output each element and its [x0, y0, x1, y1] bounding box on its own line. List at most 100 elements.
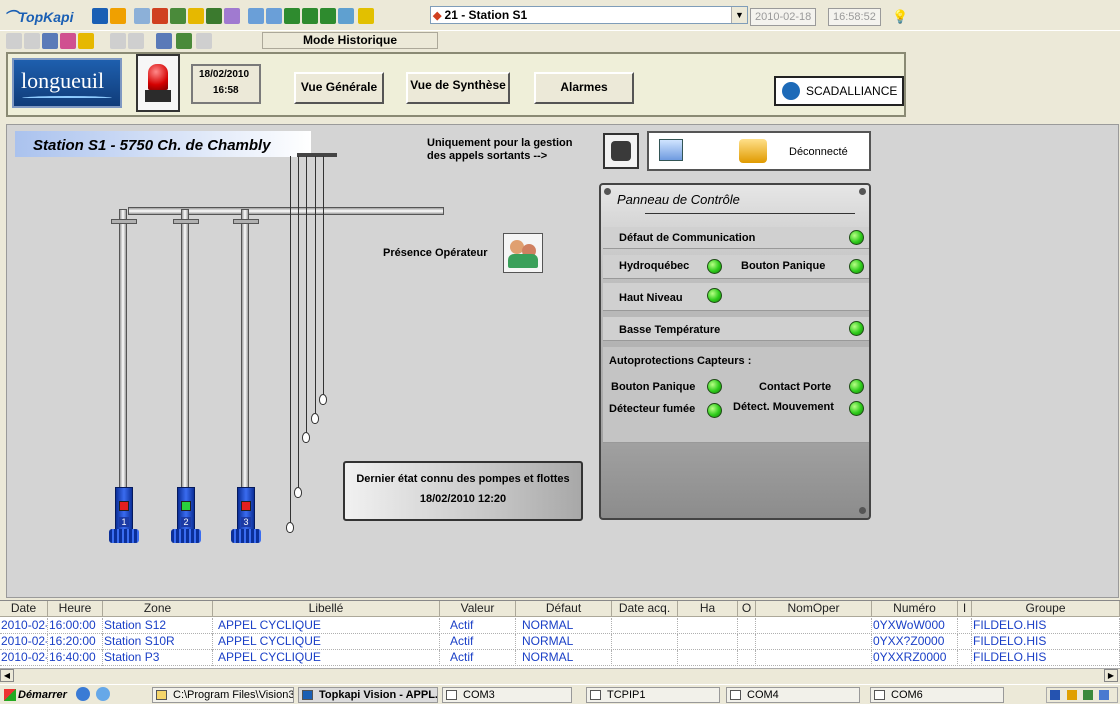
- filter-off-icon[interactable]: [128, 33, 144, 49]
- last-state-box: Dernier état connu des pompes et flottes…: [343, 461, 583, 521]
- link-icon[interactable]: [224, 8, 240, 24]
- main-toolbar: ⌒TopKapi ◆ 21 - Station S1 ▼ 2010-02-18 …: [0, 0, 1120, 30]
- task-com6[interactable]: COM6: [870, 687, 1004, 703]
- arrow-down-icon[interactable]: [320, 8, 336, 24]
- operator-label: Présence Opérateur: [383, 247, 488, 259]
- windows-logo-icon: [4, 689, 16, 701]
- console-icon: [874, 690, 885, 700]
- scroll-right-button[interactable]: ▶: [1104, 669, 1118, 682]
- scroll-left-button[interactable]: ◀: [0, 669, 14, 682]
- tray-icon[interactable]: [1083, 690, 1093, 700]
- float-4: [311, 413, 319, 424]
- pump-1[interactable]: 1: [109, 487, 139, 545]
- globe-icon: [782, 82, 800, 100]
- filter-icon[interactable]: [110, 33, 126, 49]
- pump-3[interactable]: 3: [231, 487, 261, 545]
- phone-icon: [611, 141, 631, 161]
- expand-icon[interactable]: [24, 33, 40, 49]
- hydro-row: Hydroquébec Bouton Panique: [603, 255, 869, 279]
- leaf-icon[interactable]: [206, 8, 222, 24]
- export-icon[interactable]: [176, 33, 192, 49]
- column-header-i[interactable]: I: [958, 601, 972, 617]
- valve-1: [111, 219, 137, 224]
- station-title: Station S1 - 5750 Ch. de Chambly: [33, 137, 271, 154]
- pump-status-indicator: [119, 501, 129, 511]
- smoke-led: [707, 403, 722, 418]
- print-icon[interactable]: [134, 8, 150, 24]
- alarmes-button[interactable]: Alarmes: [534, 72, 634, 104]
- tray-icon[interactable]: [1099, 690, 1109, 700]
- column-header-operator[interactable]: NomOper: [756, 601, 872, 617]
- scadalliance-logo: SCADALLIANCE: [774, 76, 904, 106]
- manifold-pipe: [128, 207, 444, 215]
- column-header-group[interactable]: Groupe: [972, 601, 1120, 617]
- calls-note: Uniquement pour la gestion des appels so…: [427, 137, 573, 162]
- float-3: [302, 432, 310, 443]
- start-button[interactable]: Démarrer: [2, 686, 68, 704]
- column-header-zone[interactable]: Zone: [103, 601, 213, 617]
- task-tcpip1[interactable]: TCPIP1: [586, 687, 720, 703]
- mode-indicator: Mode Historique: [262, 32, 438, 49]
- ie-icon[interactable]: [96, 687, 110, 701]
- horizontal-scrollbar[interactable]: ◀ ▶: [0, 668, 1120, 682]
- doc-icon[interactable]: [42, 33, 58, 49]
- control-panel: Panneau de Contrôle Défaut de Communicat…: [599, 183, 871, 520]
- float-bar: [297, 153, 337, 157]
- longueuil-logo: longueuil: [12, 58, 122, 108]
- synoptic-view: Station S1 - 5750 Ch. de Chambly 1 2 3 U…: [6, 124, 1119, 598]
- low-temp-row: Basse Température: [603, 317, 869, 341]
- table-icon[interactable]: [156, 33, 172, 49]
- float-5: [319, 394, 327, 405]
- arrow-left-icon[interactable]: [284, 8, 300, 24]
- task-com3[interactable]: COM3: [442, 687, 572, 703]
- column-header-date[interactable]: Date: [0, 601, 48, 617]
- task-folder[interactable]: C:\Program Files\Vision3...: [152, 687, 294, 703]
- arrow-up-icon[interactable]: [302, 8, 318, 24]
- save-icon[interactable]: [92, 8, 108, 24]
- column-header-number[interactable]: Numéro: [872, 601, 958, 617]
- comm-status-panel[interactable]: Déconnecté: [647, 131, 871, 171]
- console-icon: [730, 690, 741, 700]
- column-header-time[interactable]: Heure: [48, 601, 103, 617]
- browser-icon[interactable]: [76, 687, 90, 701]
- warning-icon[interactable]: [188, 8, 204, 24]
- column-header-acq-date[interactable]: Date acq.: [612, 601, 678, 617]
- pointer-icon[interactable]: [266, 8, 282, 24]
- header-bar: longueuil 18/02/2010 16:58 Vue Générale …: [6, 52, 906, 117]
- chevron-down-icon[interactable]: ▼: [731, 7, 747, 23]
- task-com4[interactable]: COM4: [726, 687, 860, 703]
- vue-generale-button[interactable]: Vue Générale: [294, 72, 384, 104]
- time-display: 16:58:52: [828, 8, 881, 26]
- globe-icon[interactable]: [338, 8, 354, 24]
- pump-status-indicator: [181, 501, 191, 511]
- station-selector[interactable]: ◆ 21 - Station S1 ▼: [430, 6, 748, 24]
- column-header-o[interactable]: O: [738, 601, 756, 617]
- phone-button[interactable]: [603, 133, 639, 169]
- beacon-icon[interactable]: [136, 54, 180, 112]
- column-header-value[interactable]: Valeur: [440, 601, 516, 617]
- task-topkapi[interactable]: Topkapi Vision - APPL...: [298, 687, 438, 703]
- grid-icon[interactable]: [170, 8, 186, 24]
- pump-2[interactable]: 2: [171, 487, 201, 545]
- door-led: [849, 379, 864, 394]
- tray-icon[interactable]: [1067, 690, 1077, 700]
- alert-icon[interactable]: [78, 33, 94, 49]
- cut-icon[interactable]: [6, 33, 22, 49]
- operator-button[interactable]: [503, 233, 543, 273]
- lock-icon[interactable]: [358, 8, 374, 24]
- zoom-icon[interactable]: [248, 8, 264, 24]
- chart-icon[interactable]: [60, 33, 76, 49]
- column-header-ha[interactable]: Ha: [678, 601, 738, 617]
- tag-icon[interactable]: [152, 8, 168, 24]
- vue-synthese-button[interactable]: Vue de Synthèse: [406, 72, 510, 104]
- lightbulb-icon[interactable]: 💡: [892, 9, 908, 25]
- tool-icon[interactable]: [110, 8, 126, 24]
- folder-icon: [156, 690, 167, 700]
- pump-status-indicator: [241, 501, 251, 511]
- screw-icon: [859, 188, 866, 195]
- column-header-label[interactable]: Libellé: [213, 601, 440, 617]
- close-icon[interactable]: [196, 33, 212, 49]
- column-header-fault[interactable]: Défaut: [516, 601, 612, 617]
- language-icon[interactable]: [1050, 690, 1060, 700]
- motion-led: [849, 401, 864, 416]
